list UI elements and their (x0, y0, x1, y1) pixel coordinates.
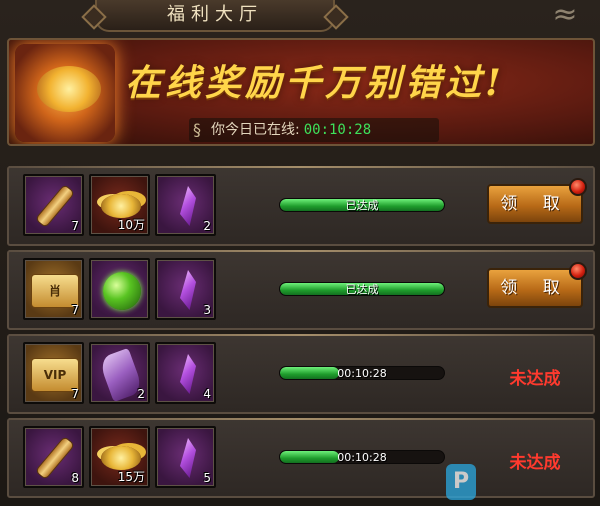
claim-button[interactable]: 领 取 (487, 262, 587, 308)
window-title: 福利大厅 (95, 0, 335, 32)
treasure-chest-icon (15, 44, 115, 142)
progress-bar: 已达成 (279, 282, 445, 296)
reward-item-slot[interactable]: 肖 7 (23, 258, 84, 320)
green-orb-icon (91, 260, 148, 318)
item-count: 15万 (117, 470, 145, 484)
notification-dot-icon (569, 178, 587, 196)
welfare-hall-window: 福利大厅 ≈ 在线奖励千万别错过! § 你今日已在线: 00:10:28 7 10… (0, 0, 600, 506)
reward-item-slot[interactable]: 2 (89, 342, 150, 404)
reward-item-slot[interactable]: 3 (155, 258, 216, 320)
progress-bar: 00:10:28 (279, 366, 445, 380)
item-count: 2 (137, 387, 145, 401)
watermark-logo-icon: P (446, 464, 476, 500)
reward-row: 肖 7 3 已达成 领 取 (7, 250, 595, 330)
reward-item-slot[interactable]: 8 (23, 426, 84, 488)
reward-item-slot[interactable]: 5 (155, 426, 216, 488)
reward-item-slot[interactable]: 10万 (89, 174, 150, 236)
notification-dot-icon (569, 262, 587, 280)
dragon-ornament-icon: ≈ (552, 0, 578, 32)
status-not-reached: 未达成 (509, 369, 561, 389)
online-time-label: 你今日已在线: (211, 122, 300, 138)
progress-text: 已达成 (345, 283, 379, 296)
item-count: 5 (203, 471, 211, 485)
reward-row: 7 10万 2 已达成 领 取 (7, 166, 595, 246)
item-count: 2 (203, 219, 211, 233)
progress-text: 00:10:28 (337, 367, 387, 380)
claim-button-label: 领 取 (500, 278, 570, 298)
progress-bar: 已达成 (279, 198, 445, 212)
reward-item-slot[interactable]: 4 (155, 342, 216, 404)
site-watermark: P (446, 460, 600, 506)
reward-item-slot[interactable]: 15万 (89, 426, 150, 488)
online-time-bar: § 你今日已在线: 00:10:28 (189, 118, 439, 142)
item-count: 7 (71, 219, 79, 233)
banner-slogan: 在线奖励千万别错过! (125, 62, 505, 104)
swirl-icon: § (193, 120, 201, 139)
reward-item-slot[interactable] (89, 258, 150, 320)
item-count: 3 (203, 303, 211, 317)
item-count: 8 (71, 471, 79, 485)
claim-button-label: 领 取 (500, 194, 570, 214)
online-time-value: 00:10:28 (303, 122, 372, 138)
item-count: 10万 (117, 218, 145, 232)
reward-item-slot[interactable]: 7 (23, 174, 84, 236)
progress-text: 已达成 (345, 199, 379, 212)
chest-gold-pile (37, 66, 101, 112)
reward-item-slot[interactable]: 2 (155, 174, 216, 236)
online-reward-banner: 在线奖励千万别错过! § 你今日已在线: 00:10:28 (7, 38, 595, 146)
item-count: 7 (71, 303, 79, 317)
progress-text: 00:10:28 (337, 451, 387, 464)
progress-bar: 00:10:28 (279, 450, 445, 464)
item-count: 4 (203, 387, 211, 401)
item-count: 7 (71, 387, 79, 401)
reward-item-slot[interactable]: VIP 7 (23, 342, 84, 404)
reward-row: VIP 7 2 4 00:10:28 未达成 (7, 334, 595, 414)
claim-button[interactable]: 领 取 (487, 178, 587, 224)
